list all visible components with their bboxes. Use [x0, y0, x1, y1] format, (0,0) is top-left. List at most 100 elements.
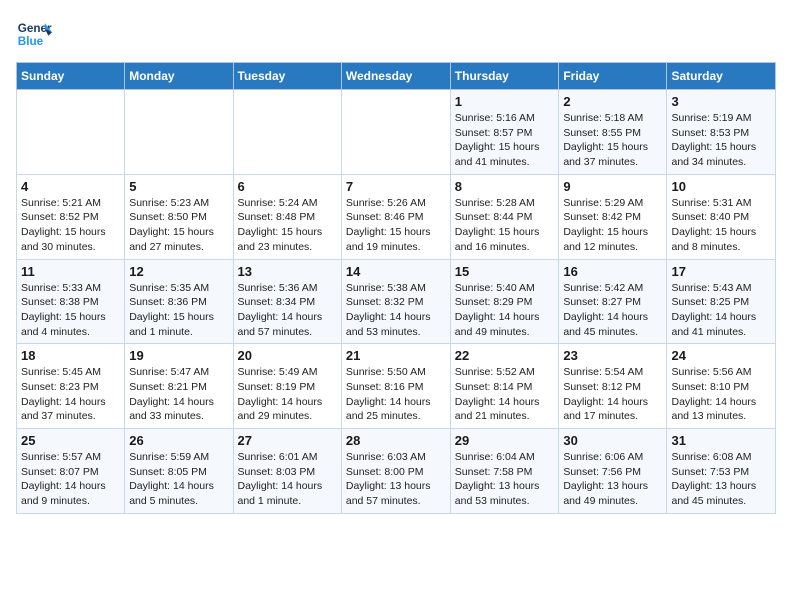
day-number: 18 [21, 348, 120, 363]
calendar-cell: 30Sunrise: 6:06 AM Sunset: 7:56 PM Dayli… [559, 429, 667, 514]
day-info: Sunrise: 5:19 AM Sunset: 8:53 PM Dayligh… [671, 111, 771, 170]
calendar-header: SundayMondayTuesdayWednesdayThursdayFrid… [17, 63, 776, 90]
calendar-table: SundayMondayTuesdayWednesdayThursdayFrid… [16, 62, 776, 514]
day-number: 1 [455, 94, 555, 109]
day-number: 30 [563, 433, 662, 448]
day-number: 9 [563, 179, 662, 194]
calendar-cell: 14 Sunrise: 5:38 AM Sunset: 8:32 PM Dayli… [341, 259, 450, 344]
day-info: Sunrise: 5:31 AM Sunset: 8:40 PM Dayligh… [671, 196, 771, 255]
day-info: Sunrise: 5:47 AM Sunset: 8:21 PM Dayligh… [129, 365, 228, 424]
day-info: Sunrise: 6:08 AM Sunset: 7:53 PM Dayligh… [671, 450, 771, 509]
day-number: 10 [671, 179, 771, 194]
calendar-cell: 5 Sunrise: 5:23 AM Sunset: 8:50 PM Daylig… [125, 174, 233, 259]
day-number: 5 [129, 179, 228, 194]
day-number: 22 [455, 348, 555, 363]
day-info: Sunrise: 5:49 AM Sunset: 8:19 PM Dayligh… [238, 365, 337, 424]
calendar-cell: 12 Sunrise: 5:35 AM Sunset: 8:36 PM Dayli… [125, 259, 233, 344]
calendar-week-1: 1Sunrise: 5:16 AM Sunset: 8:57 PM Daylig… [17, 90, 776, 175]
calendar-cell: 10 Sunrise: 5:31 AM Sunset: 8:40 PM Dayli… [667, 174, 776, 259]
calendar-cell: 17Sunrise: 5:43 AM Sunset: 8:25 PM Dayli… [667, 259, 776, 344]
day-number: 3 [671, 94, 771, 109]
calendar-cell: 2 Sunrise: 5:18 AM Sunset: 8:55 PM Daylig… [559, 90, 667, 175]
day-info: Sunrise: 5:56 AM Sunset: 8:10 PM Dayligh… [671, 365, 771, 424]
calendar-cell: 1Sunrise: 5:16 AM Sunset: 8:57 PM Daylig… [450, 90, 559, 175]
calendar-cell: 23 Sunrise: 5:54 AM Sunset: 8:12 PM Dayli… [559, 344, 667, 429]
day-info: Sunrise: 5:38 AM Sunset: 8:32 PM Dayligh… [346, 281, 446, 340]
day-number: 4 [21, 179, 120, 194]
day-info: Sunrise: 6:01 AM Sunset: 8:03 PM Dayligh… [238, 450, 337, 509]
day-info: Sunrise: 5:35 AM Sunset: 8:36 PM Dayligh… [129, 281, 228, 340]
calendar-cell: 16 Sunrise: 5:42 AM Sunset: 8:27 PM Dayli… [559, 259, 667, 344]
calendar-cell: 25 Sunrise: 5:57 AM Sunset: 8:07 PM Dayli… [17, 429, 125, 514]
day-info: Sunrise: 5:54 AM Sunset: 8:12 PM Dayligh… [563, 365, 662, 424]
day-info: Sunrise: 5:23 AM Sunset: 8:50 PM Dayligh… [129, 196, 228, 255]
calendar-cell: 9 Sunrise: 5:29 AM Sunset: 8:42 PM Daylig… [559, 174, 667, 259]
day-info: Sunrise: 5:40 AM Sunset: 8:29 PM Dayligh… [455, 281, 555, 340]
calendar-cell [341, 90, 450, 175]
calendar-cell: 3 Sunrise: 5:19 AM Sunset: 8:53 PM Daylig… [667, 90, 776, 175]
day-info: Sunrise: 6:04 AM Sunset: 7:58 PM Dayligh… [455, 450, 555, 509]
day-number: 20 [238, 348, 337, 363]
calendar-week-3: 11 Sunrise: 5:33 AM Sunset: 8:38 PM Dayli… [17, 259, 776, 344]
day-number: 16 [563, 264, 662, 279]
calendar-week-5: 25 Sunrise: 5:57 AM Sunset: 8:07 PM Dayli… [17, 429, 776, 514]
calendar-cell [17, 90, 125, 175]
calendar-cell: 24 Sunrise: 5:56 AM Sunset: 8:10 PM Dayli… [667, 344, 776, 429]
calendar-cell: 4Sunrise: 5:21 AM Sunset: 8:52 PM Daylig… [17, 174, 125, 259]
day-number: 23 [563, 348, 662, 363]
calendar-cell: 13 Sunrise: 5:36 AM Sunset: 8:34 PM Dayli… [233, 259, 341, 344]
day-number: 2 [563, 94, 662, 109]
day-number: 7 [346, 179, 446, 194]
day-info: Sunrise: 5:52 AM Sunset: 8:14 PM Dayligh… [455, 365, 555, 424]
day-number: 8 [455, 179, 555, 194]
calendar-cell: 29 Sunrise: 6:04 AM Sunset: 7:58 PM Dayli… [450, 429, 559, 514]
day-number: 24 [671, 348, 771, 363]
calendar-cell: 6Sunrise: 5:24 AM Sunset: 8:48 PM Daylig… [233, 174, 341, 259]
day-info: Sunrise: 5:43 AM Sunset: 8:25 PM Dayligh… [671, 281, 771, 340]
day-number: 19 [129, 348, 228, 363]
day-number: 12 [129, 264, 228, 279]
weekday-header-tuesday: Tuesday [233, 63, 341, 90]
calendar-cell: 20 Sunrise: 5:49 AM Sunset: 8:19 PM Dayli… [233, 344, 341, 429]
calendar-cell: 22 Sunrise: 5:52 AM Sunset: 8:14 PM Dayli… [450, 344, 559, 429]
logo-icon: General Blue [16, 16, 52, 52]
weekday-header-saturday: Saturday [667, 63, 776, 90]
calendar-week-4: 18 Sunrise: 5:45 AM Sunset: 8:23 PM Dayli… [17, 344, 776, 429]
page-header: General Blue [16, 16, 776, 52]
weekday-header-monday: Monday [125, 63, 233, 90]
day-info: Sunrise: 5:28 AM Sunset: 8:44 PM Dayligh… [455, 196, 555, 255]
calendar-week-2: 4Sunrise: 5:21 AM Sunset: 8:52 PM Daylig… [17, 174, 776, 259]
day-info: Sunrise: 5:29 AM Sunset: 8:42 PM Dayligh… [563, 196, 662, 255]
calendar-cell: 28Sunrise: 6:03 AM Sunset: 8:00 PM Dayli… [341, 429, 450, 514]
calendar-cell: 27Sunrise: 6:01 AM Sunset: 8:03 PM Dayli… [233, 429, 341, 514]
day-number: 26 [129, 433, 228, 448]
day-info: Sunrise: 5:33 AM Sunset: 8:38 PM Dayligh… [21, 281, 120, 340]
day-info: Sunrise: 5:45 AM Sunset: 8:23 PM Dayligh… [21, 365, 120, 424]
day-number: 11 [21, 264, 120, 279]
logo: General Blue [16, 16, 52, 52]
day-number: 13 [238, 264, 337, 279]
calendar-cell: 31 Sunrise: 6:08 AM Sunset: 7:53 PM Dayli… [667, 429, 776, 514]
calendar-cell: 7Sunrise: 5:26 AM Sunset: 8:46 PM Daylig… [341, 174, 450, 259]
day-number: 21 [346, 348, 446, 363]
day-number: 29 [455, 433, 555, 448]
day-info: Sunrise: 5:42 AM Sunset: 8:27 PM Dayligh… [563, 281, 662, 340]
day-info: Sunrise: 5:36 AM Sunset: 8:34 PM Dayligh… [238, 281, 337, 340]
calendar-cell: 26Sunrise: 5:59 AM Sunset: 8:05 PM Dayli… [125, 429, 233, 514]
calendar-cell: 19 Sunrise: 5:47 AM Sunset: 8:21 PM Dayli… [125, 344, 233, 429]
weekday-header-friday: Friday [559, 63, 667, 90]
calendar-cell: 15Sunrise: 5:40 AM Sunset: 8:29 PM Dayli… [450, 259, 559, 344]
weekday-header-thursday: Thursday [450, 63, 559, 90]
day-number: 31 [671, 433, 771, 448]
weekday-header-sunday: Sunday [17, 63, 125, 90]
day-number: 28 [346, 433, 446, 448]
day-number: 25 [21, 433, 120, 448]
calendar-cell: 21 Sunrise: 5:50 AM Sunset: 8:16 PM Dayli… [341, 344, 450, 429]
day-info: Sunrise: 5:18 AM Sunset: 8:55 PM Dayligh… [563, 111, 662, 170]
calendar-cell: 18 Sunrise: 5:45 AM Sunset: 8:23 PM Dayli… [17, 344, 125, 429]
day-info: Sunrise: 5:57 AM Sunset: 8:07 PM Dayligh… [21, 450, 120, 509]
day-number: 14 [346, 264, 446, 279]
calendar-cell [125, 90, 233, 175]
day-info: Sunrise: 5:50 AM Sunset: 8:16 PM Dayligh… [346, 365, 446, 424]
calendar-cell: 8 Sunrise: 5:28 AM Sunset: 8:44 PM Daylig… [450, 174, 559, 259]
